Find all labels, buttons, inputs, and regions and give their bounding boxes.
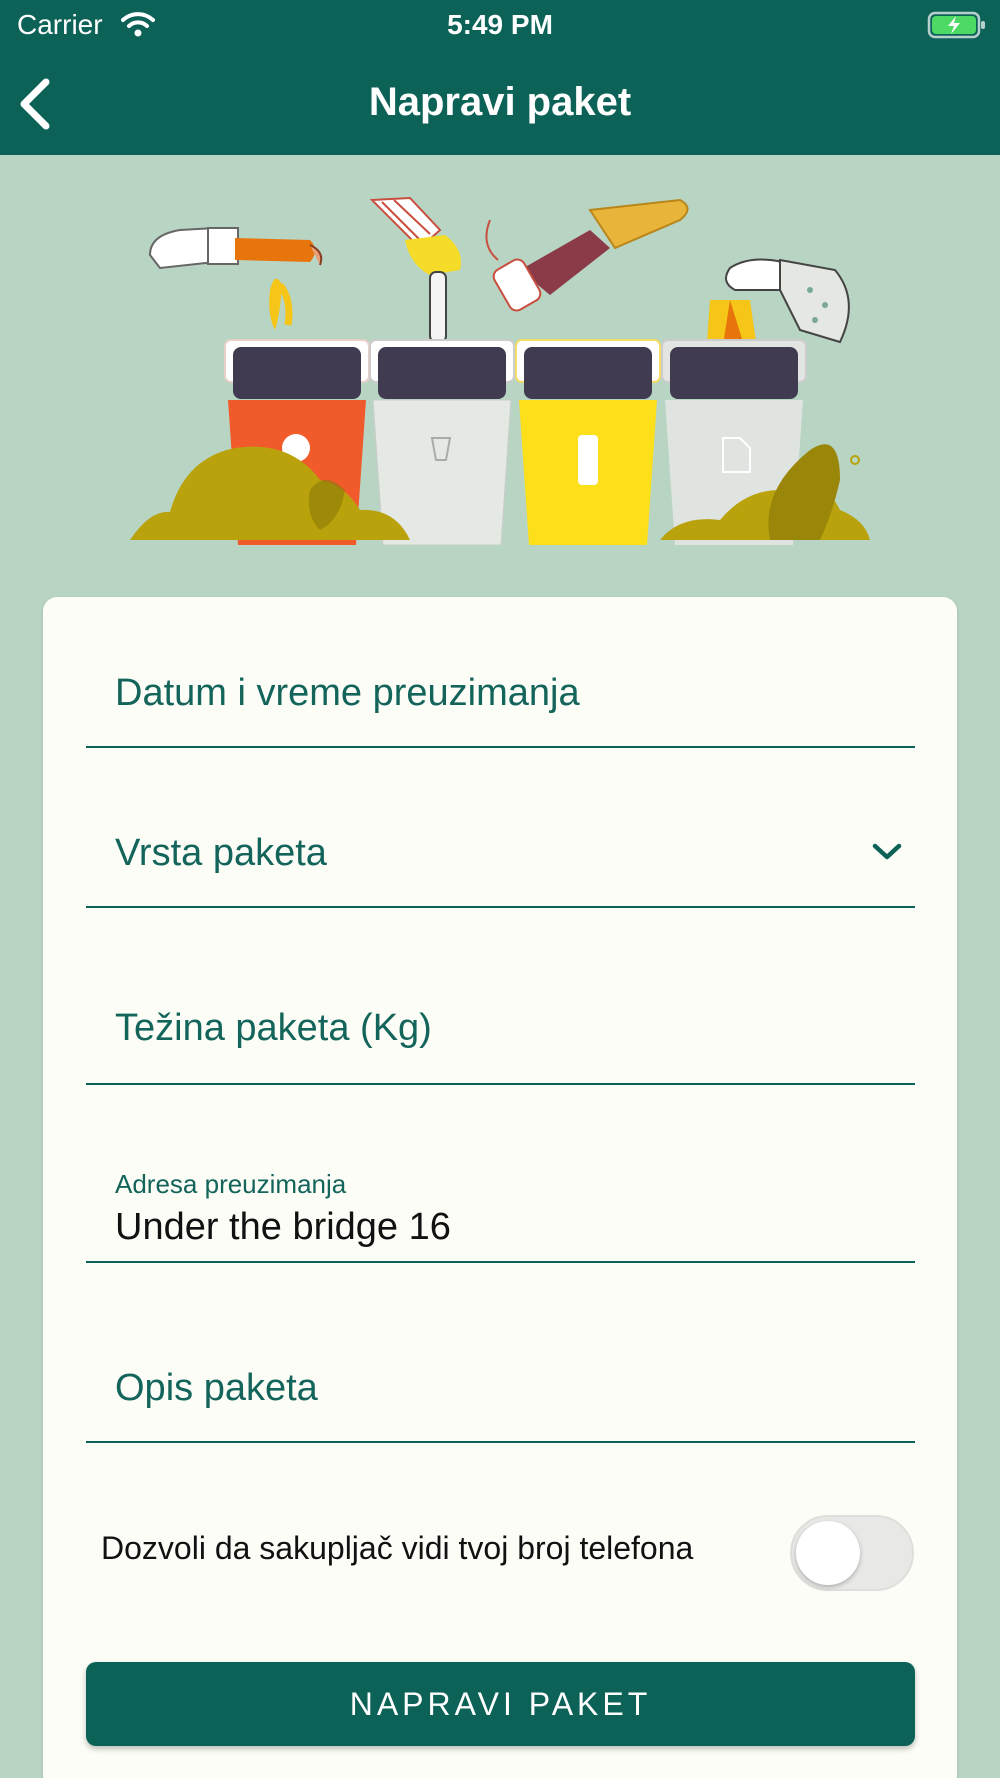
show-phone-toggle[interactable] bbox=[790, 1515, 914, 1591]
toggle-knob bbox=[796, 1521, 860, 1585]
chevron-down-icon bbox=[871, 841, 903, 868]
page-title: Napravi paket bbox=[368, 80, 632, 124]
status-time: 5:49 PM bbox=[447, 9, 553, 40]
package-description-field[interactable]: Opis paketa bbox=[86, 1340, 915, 1443]
show-phone-toggle-label: Dozvoli da sakupljač vidi tvoj broj tele… bbox=[101, 1530, 694, 1566]
package-description-placeholder: Opis paketa bbox=[115, 1367, 318, 1409]
pickup-address-label: Adresa preuzimanja bbox=[115, 1169, 347, 1199]
package-weight-field[interactable]: Težina paketa (Kg) bbox=[86, 980, 915, 1085]
pickup-datetime-field[interactable]: Datum i vreme preuzimanja bbox=[86, 645, 915, 748]
battery-charging-icon bbox=[927, 10, 987, 45]
package-type-placeholder: Vrsta paketa bbox=[115, 832, 327, 874]
pickup-datetime-placeholder: Datum i vreme preuzimanja bbox=[115, 672, 580, 714]
pickup-address-value: Under the bridge 16 bbox=[115, 1206, 451, 1248]
package-weight-placeholder: Težina paketa (Kg) bbox=[115, 1007, 432, 1049]
recycling-bins-illustration bbox=[120, 190, 880, 546]
package-type-select[interactable]: Vrsta paketa bbox=[86, 805, 915, 908]
pickup-address-field[interactable]: Adresa preuzimanja Under the bridge 16 bbox=[86, 1163, 915, 1263]
status-bar: Carrier 5:49 PM bbox=[0, 0, 1000, 52]
create-package-button[interactable]: NAPRAVI PAKET bbox=[86, 1662, 915, 1746]
navigation-bar: Napravi paket bbox=[0, 52, 1000, 155]
